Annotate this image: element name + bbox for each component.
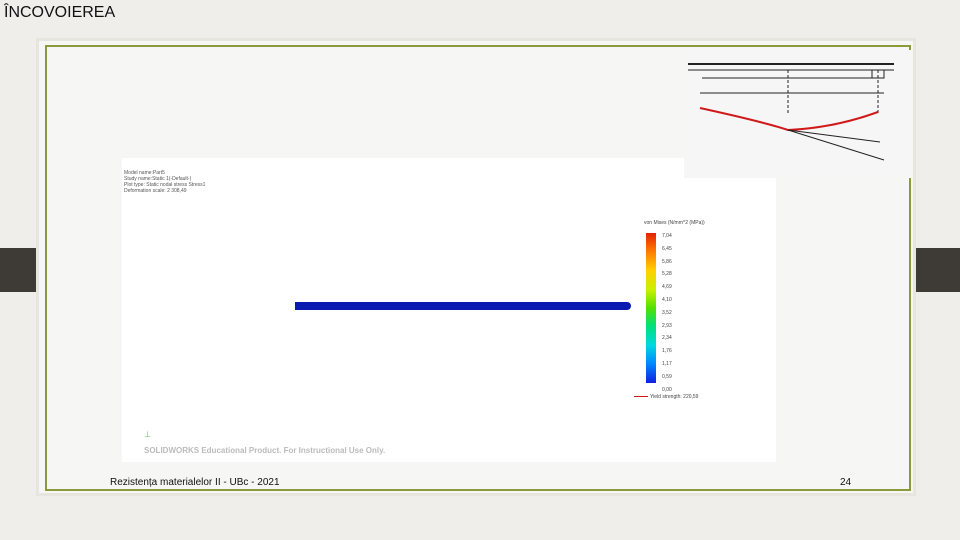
tick-label: 4,69 <box>662 284 672 291</box>
tick-label: 1,76 <box>662 348 672 355</box>
yield-label: Yield strength: 220,59 <box>650 394 699 400</box>
tick-label: 0,59 <box>662 373 672 380</box>
tick-label: 2,34 <box>662 335 672 342</box>
legend-title: von Mises (N/mm^2 (MPa)) <box>644 220 705 226</box>
tick-label: 6,45 <box>662 245 672 252</box>
yield-line-icon <box>634 396 648 398</box>
colorbar-ticks: 7,04 6,45 5,86 5,28 4,69 4,10 3,52 2,93 … <box>662 230 672 396</box>
stress-colorbar <box>646 233 656 383</box>
axis-triad-icon: ⊥ <box>144 430 151 439</box>
tick-label: 1,17 <box>662 360 672 367</box>
yield-strength-legend: Yield strength: 220,59 <box>634 394 698 400</box>
slide-title: ÎNCOVOIEREA <box>4 4 116 21</box>
footer-text: Rezistența materialelor II - UBc - 2021 <box>110 477 280 488</box>
beam-diagram <box>684 50 912 178</box>
simulation-panel: Model name:Part5 Study name:Static 1(-De… <box>122 158 776 462</box>
simulation-meta: Model name:Part5 Study name:Static 1(-De… <box>124 170 205 194</box>
tick-label: 5,86 <box>662 258 672 265</box>
tick-label: 7,04 <box>662 233 672 239</box>
watermark: SOLIDWORKS Educational Product. For Inst… <box>144 446 386 455</box>
beam-model <box>295 302 631 310</box>
tick-label: 2,93 <box>662 322 672 329</box>
beam-diagram-svg <box>688 63 894 161</box>
tick-label: 5,28 <box>662 271 672 278</box>
tick-label: 3,52 <box>662 309 672 316</box>
page-number: 24 <box>840 477 852 488</box>
meta-line: Deformation scale: 2 308,49 <box>124 188 187 194</box>
tick-label: 4,10 <box>662 296 672 303</box>
